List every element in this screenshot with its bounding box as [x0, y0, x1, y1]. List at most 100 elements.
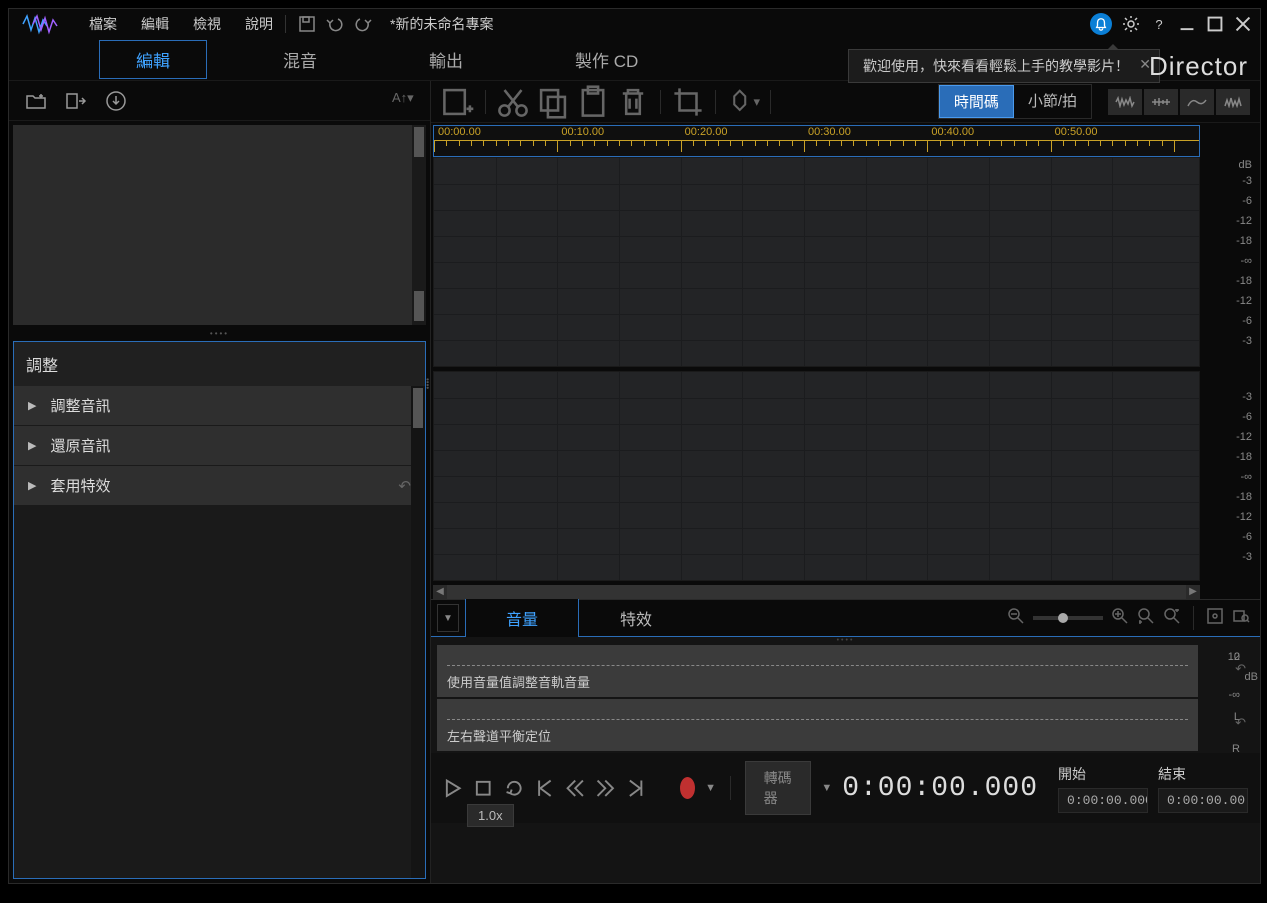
scroll-right-icon[interactable]: ▶	[1186, 585, 1200, 599]
toggle-timecode[interactable]: 時間碼	[939, 85, 1014, 118]
window-controls: ?	[1090, 13, 1260, 35]
play-icon[interactable]	[443, 773, 463, 803]
timeline-scrollbar[interactable]: ◀ ▶	[433, 585, 1200, 599]
playback-speed[interactable]: 1.0x	[467, 804, 514, 827]
panel-resize-handle[interactable]: ••••	[9, 329, 430, 337]
zoom-in-icon[interactable]	[1111, 607, 1129, 630]
tab-mix[interactable]: 混音	[247, 41, 353, 78]
encoder-dropdown-icon[interactable]: ▼	[821, 782, 832, 794]
waveform-track-left[interactable]	[433, 157, 1200, 367]
panel-menu-icon[interactable]: ▼	[437, 604, 459, 632]
help-icon[interactable]: ?	[1150, 15, 1168, 33]
accordion-restore-audio[interactable]: ▶ 還原音訊	[14, 426, 425, 466]
stop-icon[interactable]	[473, 773, 493, 803]
record-dropdown-icon[interactable]: ▼	[705, 782, 716, 794]
waveform-track-right[interactable]	[433, 371, 1200, 581]
accordion-apply-fx[interactable]: ▶ 套用特效 ↶	[14, 466, 425, 506]
timeline-ruler[interactable]: 00:00.0000:10.0000:20.0000:30.0000:40.00…	[433, 125, 1200, 157]
pan-label: 左右聲道平衡定位	[447, 726, 551, 745]
zoom-selection-icon[interactable]	[1232, 607, 1250, 630]
accordion-label: 還原音訊	[50, 435, 110, 456]
tab-edit[interactable]: 編輯	[99, 40, 207, 79]
settings-icon[interactable]	[1122, 15, 1140, 33]
accordion-adjust-audio[interactable]: ▶ 調整音訊	[14, 386, 425, 426]
accordion-label: 套用特效	[50, 475, 110, 496]
menu-file[interactable]: 檔案	[89, 14, 117, 34]
tab-cd[interactable]: 製作 CD	[539, 41, 674, 78]
freq-view-icon[interactable]	[1180, 89, 1214, 115]
prev-icon[interactable]	[534, 773, 554, 803]
undo-icon[interactable]: ↶	[1235, 661, 1246, 677]
adjust-panel: 調整 ▶ 調整音訊 ▶ 還原音訊 ▶ 套用特效 ↶	[13, 341, 426, 879]
cut-icon[interactable]	[496, 87, 530, 117]
brand-label: Director	[1149, 51, 1248, 82]
expand-icon: ▶	[28, 479, 36, 492]
end-label: 結束	[1158, 764, 1248, 784]
waveform-view-icon[interactable]	[1108, 89, 1142, 115]
gain-row[interactable]: 使用音量值調整音軌音量 ↶	[437, 645, 1198, 697]
gain-scale: 12 0 -∞ dB	[1200, 651, 1240, 703]
download-icon[interactable]	[105, 90, 127, 112]
sort-icon[interactable]: A↑▾	[392, 90, 414, 112]
library-toolbar: A↑▾	[9, 81, 430, 121]
encoder-button[interactable]: 轉碼器	[745, 761, 812, 815]
start-time-input[interactable]: 0:00:00.000	[1058, 788, 1148, 813]
gain-label: 使用音量值調整音軌音量	[447, 672, 590, 691]
tab-output[interactable]: 輸出	[393, 41, 499, 78]
undo-icon[interactable]: ↶	[398, 477, 411, 495]
next-icon[interactable]	[626, 773, 646, 803]
title-tools: *新的未命名專案	[298, 14, 493, 34]
zoom-h-icon[interactable]	[1137, 607, 1155, 630]
welcome-tooltip: 歡迎使用，快來看看輕鬆上手的教學影片！ ✕	[848, 49, 1160, 83]
rewind-icon[interactable]	[565, 773, 585, 803]
undo-icon[interactable]: ↶	[1235, 715, 1246, 731]
folder-icon[interactable]	[25, 90, 47, 112]
zoom-slider[interactable]	[1033, 616, 1103, 620]
welcome-text: 歡迎使用，快來看看輕鬆上手的教學影片！	[863, 58, 1129, 74]
crop-icon[interactable]	[671, 87, 705, 117]
transport-bar: ▼ 轉碼器 ▼ 0:00:00.000 開始 0:00:00.000 結束 0:…	[431, 753, 1260, 823]
adjust-scrollbar[interactable]	[411, 386, 425, 878]
notifications-icon[interactable]	[1090, 13, 1112, 35]
column-resize-handle[interactable]: ••••	[423, 378, 432, 389]
forward-icon[interactable]	[595, 773, 615, 803]
app-logo	[9, 9, 69, 39]
zoom-controls	[1007, 606, 1260, 630]
paste-icon[interactable]	[576, 87, 610, 117]
fit-icon[interactable]	[1206, 607, 1224, 630]
zoom-v-icon[interactable]	[1163, 607, 1181, 630]
time-format-toggle: 時間碼 小節/拍	[938, 84, 1092, 119]
zoom-out-icon[interactable]	[1007, 607, 1025, 630]
record-button[interactable]	[680, 777, 695, 799]
spectral-view-icon[interactable]	[1144, 89, 1178, 115]
edit-toolbar: ▾ 時間碼 小節/拍	[431, 81, 1260, 123]
loop-icon[interactable]	[504, 773, 524, 803]
library-scrollbar[interactable]	[412, 125, 426, 325]
add-track-icon[interactable]	[441, 87, 475, 117]
redo-icon[interactable]	[354, 15, 372, 33]
menu-view[interactable]: 檢視	[193, 14, 221, 34]
accordion-label: 調整音訊	[50, 395, 110, 416]
tab-effects[interactable]: 特效	[579, 597, 693, 639]
volume-panel: •••• 12 0 -∞ dB 使用音量值調整音軌音量 ↶ L	[431, 637, 1260, 883]
level-view-icon[interactable]	[1216, 89, 1250, 115]
maximize-icon[interactable]	[1206, 15, 1224, 33]
close-icon[interactable]	[1234, 15, 1252, 33]
undo-icon[interactable]	[326, 15, 344, 33]
delete-icon[interactable]	[616, 87, 650, 117]
title-bar: 檔案 編輯 檢視 說明 *新的未命名專案 ?	[9, 9, 1260, 39]
scroll-left-icon[interactable]: ◀	[433, 585, 447, 599]
tab-volume[interactable]: 音量	[465, 597, 579, 639]
menu-help[interactable]: 說明	[245, 14, 273, 34]
import-icon[interactable]	[65, 90, 87, 112]
timecode-display[interactable]: 0:00:00.000	[842, 773, 1038, 804]
end-time-input[interactable]: 0:00:00.00	[1158, 788, 1248, 813]
marker-icon[interactable]: ▾	[726, 87, 760, 117]
pan-row[interactable]: 左右聲道平衡定位 ↶	[437, 699, 1198, 751]
minimize-icon[interactable]	[1178, 15, 1196, 33]
start-label: 開始	[1058, 764, 1148, 784]
save-icon[interactable]	[298, 15, 316, 33]
copy-icon[interactable]	[536, 87, 570, 117]
menu-edit[interactable]: 編輯	[141, 14, 169, 34]
toggle-bars[interactable]: 小節/拍	[1014, 85, 1091, 118]
